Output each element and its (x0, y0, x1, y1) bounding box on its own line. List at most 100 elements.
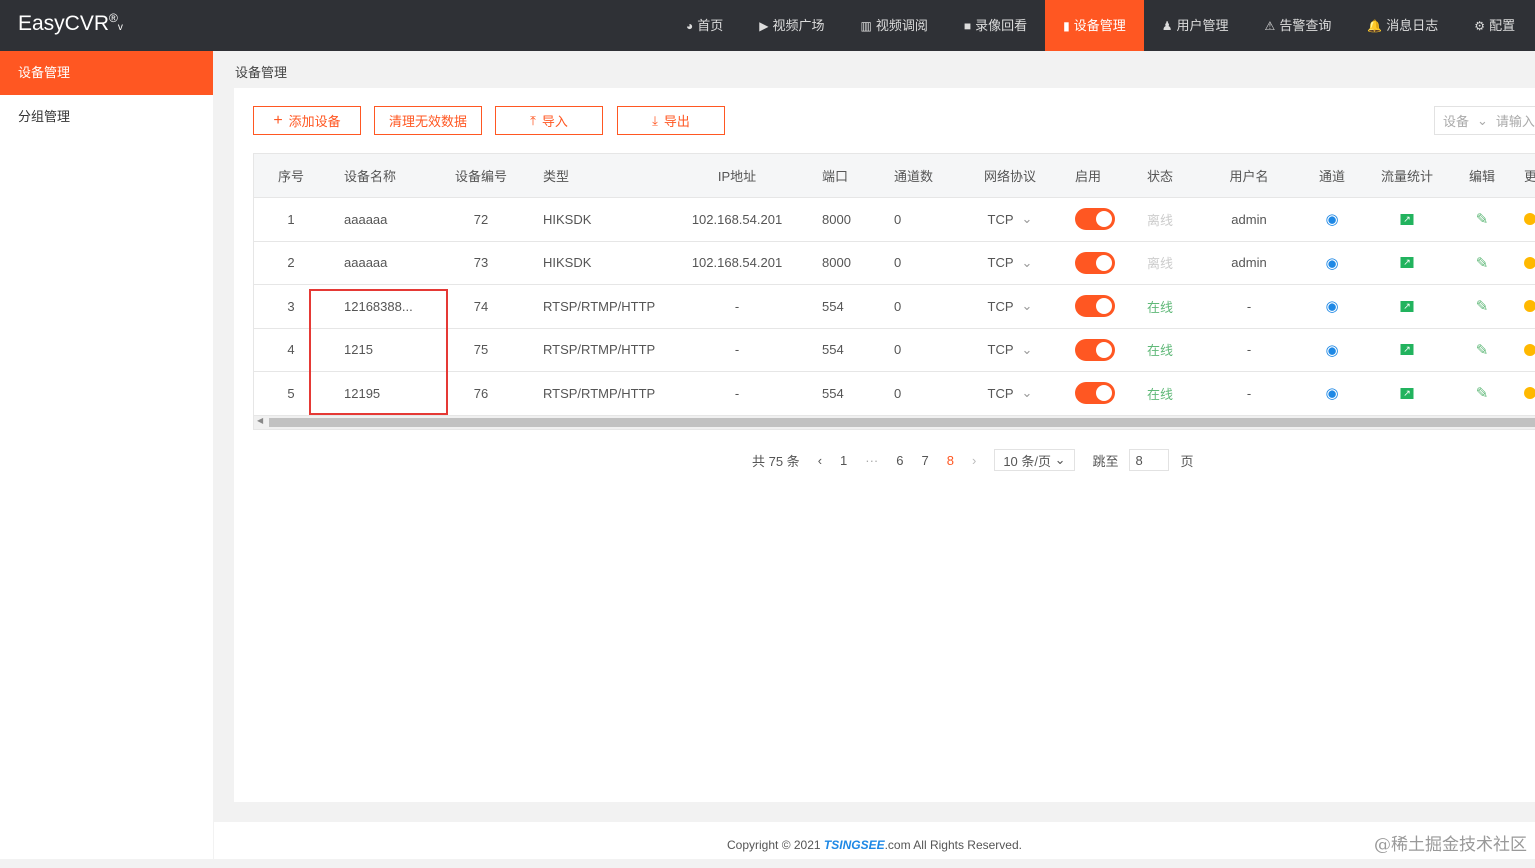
more-icon[interactable] (1524, 372, 1535, 415)
cell-ip: 102.168.54.201 (691, 255, 783, 271)
sidebar-item-1[interactable]: 分组管理 (0, 95, 213, 139)
toggle-switch[interactable] (1075, 382, 1115, 405)
nav-item-3[interactable]: ■ 录像回看 (946, 0, 1045, 51)
logo[interactable]: EasyCVR®v (18, 11, 123, 36)
more-icon[interactable] (1524, 198, 1535, 241)
cell-ip: - (734, 385, 740, 401)
device-icon: ▮ (1063, 18, 1070, 33)
protocol-select[interactable]: TCP ⌄ (988, 329, 1033, 372)
copyright-text: Copyright © 2021 (727, 838, 824, 852)
prev-page-icon[interactable]: ‹ (818, 453, 822, 468)
enable-toggle[interactable] (1075, 242, 1115, 285)
table-row: 2 aaaaaa 73 HIKSDK 102.168.54.201 8000 0 TCP ⌄ 离… (254, 241, 1535, 285)
import-button[interactable]: ⤒ 导入 (495, 106, 603, 135)
traffic-stats-icon[interactable]: ↗ (1400, 242, 1414, 285)
traffic-stats-icon[interactable]: ↗ (1400, 329, 1414, 372)
search-input[interactable]: 请输入关键字 (1496, 111, 1535, 130)
add-device-button[interactable]: + 添加设备 (253, 106, 361, 135)
protocol-select[interactable]: TCP ⌄ (988, 285, 1033, 328)
more-icon[interactable] (1524, 285, 1535, 328)
nav-item-8[interactable]: ⚙ 配置 (1456, 0, 1533, 51)
page-8-current[interactable]: 8 (947, 453, 954, 468)
jump-page-input[interactable]: 8 (1128, 449, 1169, 471)
page-suffix: 页 (1180, 453, 1194, 469)
edit-icon[interactable]: ✎ (1476, 242, 1489, 285)
total-count: 共 75 条 (752, 453, 800, 469)
column-header: 网络协议 (983, 169, 1037, 184)
next-page-icon[interactable]: › (972, 453, 976, 468)
protocol-select[interactable]: TCP ⌄ (988, 372, 1033, 415)
channel-icon[interactable]: ◉ (1325, 242, 1338, 285)
traffic-stats-icon[interactable]: ↗ (1400, 198, 1414, 241)
export-button[interactable]: ⤓ 导出 (617, 106, 725, 135)
sidebar-item-0[interactable]: 设备管理 (0, 51, 213, 95)
traffic-stats-icon[interactable]: ↗ (1400, 285, 1414, 328)
nav-item-1[interactable]: ▶ 视频广场 (741, 0, 842, 51)
cell-name: 1215 (344, 342, 373, 358)
chevron-down-icon: ⌄ (1477, 112, 1488, 128)
enable-toggle[interactable] (1075, 372, 1115, 415)
cell-ip: 102.168.54.201 (691, 211, 783, 227)
cell-idx: 2 (287, 255, 295, 271)
search-type-select[interactable]: 设备 (1443, 111, 1469, 130)
toggle-switch[interactable] (1075, 295, 1115, 318)
brand-logo[interactable]: TSINGSEE (824, 838, 885, 852)
logo-text: EasyCVR (18, 12, 110, 35)
cell-ch: 0 (894, 211, 902, 227)
device-table: 序号 设备名称 设备编号 类型 IP地址 端口 通道数 网络协议 启用 状态 用户名 通道 流量统计 编辑… (253, 153, 1535, 416)
column-header: 用户名 (1229, 169, 1269, 184)
nav-item-7[interactable]: 🔔 消息日志 (1349, 0, 1456, 51)
page-ellipsis[interactable]: ··· (865, 453, 878, 468)
page-6[interactable]: 6 (896, 453, 903, 468)
cell-port: 554 (822, 385, 844, 401)
more-icon[interactable] (1524, 242, 1535, 285)
scroll-left-icon[interactable]: ◀ (257, 416, 263, 425)
enable-toggle[interactable] (1075, 198, 1115, 241)
jump-label: 跳至 (1092, 453, 1119, 469)
download-icon: ⤓ (652, 112, 658, 128)
protocol-value: TCP (987, 385, 1014, 401)
nav-item-5[interactable]: ♟ 用户管理 (1144, 0, 1247, 51)
toggle-switch[interactable] (1075, 208, 1115, 231)
cell-user: - (1246, 298, 1252, 314)
column-header: IP地址 (717, 169, 757, 184)
scroll-thumb[interactable] (269, 418, 1535, 427)
search-box[interactable]: 设备 ⌄ 请输入关键字 (1434, 106, 1535, 135)
protocol-value: TCP (987, 342, 1014, 358)
gear-icon: ⚙ (1474, 18, 1486, 33)
channel-icon[interactable]: ◉ (1325, 198, 1338, 241)
edit-icon[interactable]: ✎ (1476, 198, 1489, 241)
protocol-value: TCP (987, 211, 1014, 227)
table-row: 4 1215 75 RTSP/RTMP/HTTP - 554 0 TCP ⌄ 在线 - ◉ ↗ ✎ (254, 328, 1535, 372)
cell-ip: - (734, 342, 740, 358)
page-1[interactable]: 1 (840, 453, 847, 468)
enable-toggle[interactable] (1075, 329, 1115, 372)
clean-invalid-data-button[interactable]: 清理无效数据 (374, 106, 482, 135)
cell-ch: 0 (894, 255, 902, 271)
edit-icon[interactable]: ✎ (1476, 372, 1489, 415)
import-label: 导入 (541, 114, 568, 129)
channel-icon[interactable]: ◉ (1325, 372, 1338, 415)
toggle-switch[interactable] (1075, 251, 1115, 274)
channel-icon[interactable]: ◉ (1325, 285, 1338, 328)
nav-item-0[interactable]: ◕ 首页 (668, 0, 741, 51)
nav-item-2[interactable]: ▥ 视频调阅 (843, 0, 946, 51)
add-device-label: 添加设备 (288, 114, 341, 129)
cell-no: 75 (473, 342, 489, 358)
cell-user: - (1246, 385, 1252, 401)
page-7[interactable]: 7 (922, 453, 929, 468)
protocol-select[interactable]: TCP ⌄ (988, 198, 1033, 241)
toggle-switch[interactable] (1075, 338, 1115, 361)
pagination: 共 75 条 ‹ 1 ··· 6 7 8 › 10 条/页 ⌄ 跳至 8 页 (752, 449, 1212, 471)
horizontal-scrollbar[interactable]: ◀ (253, 415, 1535, 430)
protocol-select[interactable]: TCP ⌄ (988, 242, 1033, 285)
channel-icon[interactable]: ◉ (1325, 329, 1338, 372)
nav-item-6[interactable]: ⚠ 告警查询 (1247, 0, 1350, 51)
traffic-stats-icon[interactable]: ↗ (1400, 372, 1414, 415)
page-size-select[interactable]: 10 条/页 ⌄ (994, 449, 1075, 471)
more-icon[interactable] (1524, 329, 1535, 372)
edit-icon[interactable]: ✎ (1476, 329, 1489, 372)
edit-icon[interactable]: ✎ (1476, 285, 1489, 328)
enable-toggle[interactable] (1075, 285, 1115, 328)
nav-item-4[interactable]: ▮ 设备管理 (1045, 0, 1144, 51)
